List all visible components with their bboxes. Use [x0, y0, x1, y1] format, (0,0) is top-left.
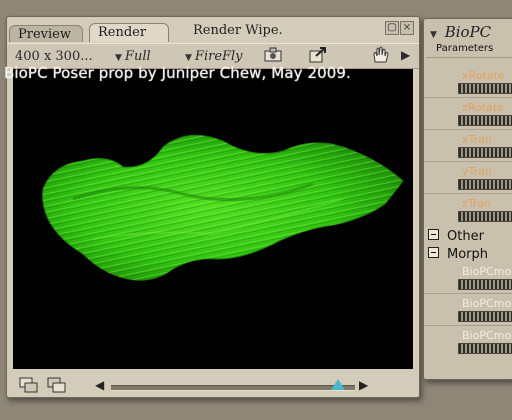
dial-label: xRotate	[462, 69, 505, 82]
divider	[424, 325, 512, 326]
dropdown-triangle-icon: ▼	[185, 53, 192, 63]
divider	[424, 293, 512, 294]
parameters-header: Parameters	[426, 43, 512, 58]
renderer-value: FireFly	[194, 49, 243, 64]
dial-label: zRotate	[462, 101, 504, 114]
save-render-icon[interactable]	[47, 377, 67, 393]
tab-preview[interactable]: Preview	[9, 25, 83, 42]
load-render-icon[interactable]	[19, 377, 39, 393]
group-morph[interactable]: Morph	[428, 247, 488, 262]
parameter-dial[interactable]	[458, 179, 512, 190]
render-bottom-bar: ◀ ▶	[7, 373, 419, 397]
dial-label: BioPCmo	[462, 297, 512, 310]
maximize-icon[interactable]: ▢	[385, 21, 399, 35]
collapse-icon[interactable]	[428, 247, 439, 258]
dial-row-morph-3: BioPCmo	[432, 329, 512, 363]
parameter-dial[interactable]	[458, 279, 512, 290]
dial-label: yTran	[462, 165, 492, 178]
parameter-dial[interactable]	[458, 147, 512, 158]
wipe-slider[interactable]	[111, 385, 355, 391]
dial-label: BioPCmo	[462, 329, 512, 342]
tab-render[interactable]: Render	[89, 23, 169, 42]
parameter-dial[interactable]	[458, 115, 512, 126]
dropdown-triangle-icon: ▼	[115, 53, 122, 63]
render-camera-icon[interactable]	[263, 46, 285, 64]
hand-pan-icon[interactable]	[369, 46, 391, 64]
dial-label: zTran	[462, 197, 492, 210]
renderer-dropdown[interactable]: ▼ FireFly	[185, 49, 243, 64]
render-mode-value: Full	[124, 49, 151, 64]
parameter-dial[interactable]	[458, 343, 512, 354]
group-label: Morph	[447, 247, 489, 262]
render-caption: BioPC Poser prop by Juniper Chew, May 20…	[4, 64, 351, 82]
close-icon[interactable]: ×	[400, 21, 414, 35]
parameter-dial[interactable]	[458, 311, 512, 322]
group-label: Other	[447, 229, 484, 244]
parameter-dial[interactable]	[458, 211, 512, 222]
slider-right-arrow-icon[interactable]: ▶	[359, 378, 368, 392]
dial-label: xTran	[462, 133, 492, 146]
slider-left-arrow-icon[interactable]: ◀	[95, 378, 104, 392]
collapse-icon[interactable]	[428, 229, 439, 240]
parameters-panel: ▼ BioPC Parameters xRotate zRotate xTran…	[423, 18, 512, 380]
divider	[424, 161, 512, 162]
group-other[interactable]: Other	[428, 229, 484, 244]
parameter-dial[interactable]	[458, 83, 512, 94]
render-wipe-label: Render Wipe.	[193, 23, 283, 38]
render-mode-dropdown[interactable]: ▼ Full	[115, 49, 151, 64]
divider	[424, 97, 512, 98]
divider	[424, 129, 512, 130]
resolution-label[interactable]: 400 x 300...	[15, 49, 93, 64]
divider	[424, 193, 512, 194]
panel-title-text: BioPC	[444, 23, 492, 41]
rendered-fur-prop	[42, 134, 404, 281]
toolbar-more-arrow-icon[interactable]: ▶	[401, 48, 410, 62]
render-canvas	[13, 69, 413, 369]
dial-row-ztran: zTran	[432, 197, 512, 231]
export-render-icon[interactable]	[307, 46, 329, 64]
wipe-slider-knob[interactable]	[330, 379, 345, 390]
panel-menu-triangle-icon: ▼	[430, 30, 437, 40]
dial-label: BioPCmo	[462, 265, 512, 278]
panel-title[interactable]: ▼ BioPC	[430, 23, 491, 41]
